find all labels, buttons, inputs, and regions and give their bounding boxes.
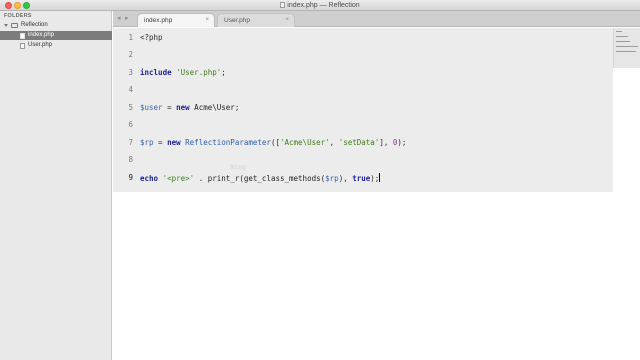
string-literal: 'setData' <box>338 138 380 147</box>
class-name: ReflectionParameter <box>180 138 271 147</box>
line-number-current: 9 <box>128 173 133 182</box>
keyword-new: new <box>176 103 190 112</box>
file-icon <box>20 43 25 49</box>
punctuation: ), <box>338 174 353 183</box>
code-line-7: $rp = new ReflectionParameter(['Acme\Use… <box>140 138 406 148</box>
disclosure-triangle-icon[interactable] <box>4 24 8 27</box>
line-number: 3 <box>128 68 133 77</box>
tab-label: index.php <box>144 17 173 24</box>
operator: . <box>194 174 208 183</box>
line-number: 1 <box>128 33 133 42</box>
class-name: Acme\User <box>189 103 235 112</box>
line-number: 6 <box>128 120 133 129</box>
variable: $user <box>140 103 163 112</box>
minimap-line <box>616 36 628 37</box>
minimap-line <box>616 31 622 32</box>
punctuation: ], <box>379 138 393 147</box>
minimap-line <box>616 46 638 47</box>
constant-true: true <box>352 174 371 183</box>
sidebar-folder-reflection[interactable]: Reflection <box>0 21 112 30</box>
minimap-line <box>616 51 636 52</box>
line-number: 5 <box>128 103 133 112</box>
punctuation: ; <box>234 103 240 112</box>
sidebar-file-user[interactable]: User.php <box>0 41 112 50</box>
file-label: User.php <box>28 42 53 48</box>
keyword-include: include <box>140 68 172 77</box>
document-icon <box>280 2 286 8</box>
tab-close-icon[interactable]: × <box>205 14 209 27</box>
file-icon <box>20 33 25 39</box>
punctuation: ([ <box>270 138 280 147</box>
sidebar: FOLDERS Reflection index.php User.php <box>0 11 112 360</box>
tab-close-icon[interactable]: × <box>285 14 289 27</box>
minimap-line <box>616 41 630 42</box>
line-number: 2 <box>128 50 133 59</box>
keyword-new: new <box>167 138 181 147</box>
line-number: 7 <box>128 138 133 147</box>
function-call: print_r(get_class_methods( <box>207 174 326 183</box>
punctuation: ); <box>397 138 407 147</box>
tab-user-php[interactable]: User.php × <box>217 13 295 27</box>
code-line-1: <?php <box>140 33 163 43</box>
operator: = <box>153 138 168 147</box>
folder-label: Reflection <box>21 22 48 28</box>
text-cursor <box>379 173 381 182</box>
code-editor[interactable]: 1 2 3 4 5 6 7 8 9 <?php include 'User.ph… <box>113 28 640 360</box>
string-literal: 'User.php' <box>176 68 222 77</box>
tab-bar: ◂ ▸ index.php × User.php × <box>113 11 640 27</box>
tab-label: User.php <box>224 17 251 24</box>
sidebar-file-index[interactable]: index.php <box>0 31 112 40</box>
keyword-echo: echo <box>140 174 159 183</box>
folders-heading: FOLDERS <box>4 13 32 19</box>
tab-index-php[interactable]: index.php × <box>137 13 215 27</box>
window-title-text: index.php — Reflection <box>287 2 360 9</box>
string-literal: 'Acme\User' <box>279 138 330 147</box>
variable: $rp <box>325 174 339 183</box>
punctuation: , <box>329 138 339 147</box>
tab-scroll-right-icon[interactable]: ▸ <box>125 15 129 23</box>
code-line-5: $user = new Acme\User; <box>140 103 239 113</box>
folder-icon <box>11 23 18 28</box>
string-literal: '<pre>' <box>162 174 195 183</box>
minimap[interactable] <box>613 28 640 68</box>
php-open-tag: <?php <box>140 33 163 42</box>
file-label: index.php <box>28 32 55 38</box>
window-title: index.php — Reflection <box>0 1 640 10</box>
line-number: 4 <box>128 85 133 94</box>
tab-scroll-left-icon[interactable]: ◂ <box>117 15 121 23</box>
punctuation: ; <box>221 68 226 77</box>
title-bar: index.php — Reflection <box>0 0 640 11</box>
line-number: 8 <box>128 155 133 164</box>
code-line-3: include 'User.php'; <box>140 68 226 78</box>
operator: = <box>162 103 177 112</box>
variable: $rp <box>140 138 154 147</box>
code-line-9: echo '<pre>' . print_r(get_class_methods… <box>140 173 381 184</box>
punctuation: ); <box>370 174 380 183</box>
ghost-overlay-text: Bing <box>230 163 246 171</box>
